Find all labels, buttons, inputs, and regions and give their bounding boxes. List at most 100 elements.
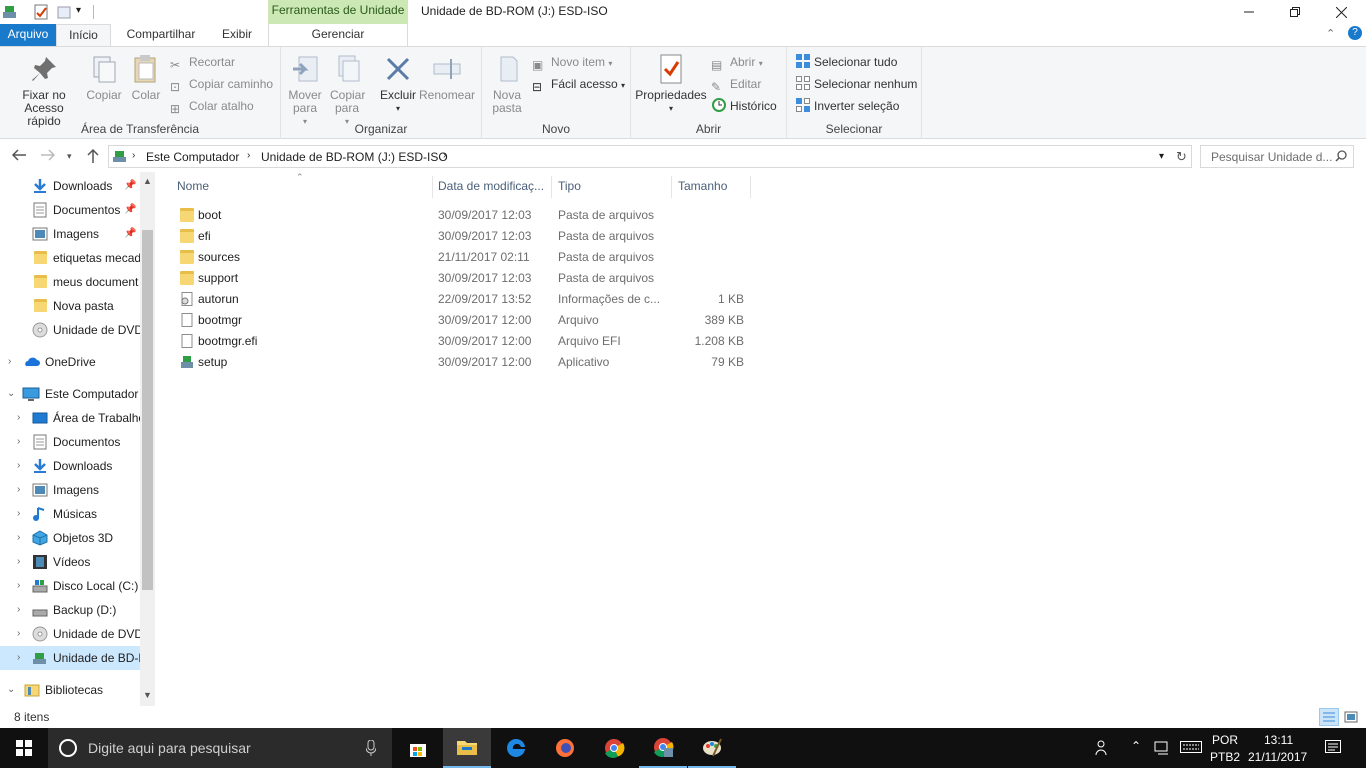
nav-item-documentos-quick[interactable]: Documentos 📌 bbox=[0, 198, 140, 222]
expand-chevron-icon[interactable]: › bbox=[17, 574, 20, 598]
address-dropdown-chevron-icon[interactable]: ▾ bbox=[1159, 151, 1164, 162]
nav-item-bibliotecas[interactable]: ⌄ Bibliotecas bbox=[0, 678, 140, 702]
action-center-icon[interactable] bbox=[1325, 740, 1341, 759]
properties-quick-icon[interactable] bbox=[33, 4, 49, 20]
store-icon[interactable] bbox=[394, 728, 442, 768]
expand-chevron-icon[interactable]: › bbox=[17, 646, 20, 670]
nav-item-onedrive[interactable]: › OneDrive bbox=[0, 350, 140, 374]
minimize-button[interactable] bbox=[1226, 0, 1272, 24]
expand-chevron-icon[interactable]: › bbox=[17, 430, 20, 454]
search-input[interactable]: Pesquisar Unidade d... bbox=[1200, 145, 1354, 168]
large-icons-view-icon[interactable] bbox=[1343, 709, 1359, 725]
microphone-icon[interactable] bbox=[365, 739, 377, 759]
network-icon[interactable] bbox=[1154, 741, 1172, 758]
collapse-chevron-icon[interactable]: ⌄ bbox=[7, 382, 15, 406]
file-row[interactable]: autorun 22/09/2017 13:52 Informações de … bbox=[172, 289, 752, 310]
windows-start-icon[interactable] bbox=[0, 728, 48, 768]
column-divider[interactable] bbox=[750, 176, 751, 198]
column-divider[interactable] bbox=[432, 176, 433, 198]
keyboard-layout[interactable]: PTB2 bbox=[1210, 750, 1240, 764]
people-icon[interactable] bbox=[1095, 739, 1111, 760]
nav-item-dvd[interactable]: › Unidade de DVD bbox=[0, 622, 140, 646]
search-icon[interactable] bbox=[1335, 150, 1347, 165]
chrome-profile-icon[interactable] bbox=[639, 728, 687, 768]
nav-scrollbar-thumb[interactable] bbox=[142, 230, 153, 590]
cut-button[interactable]: ✂ Recortar bbox=[170, 52, 235, 72]
copy-to-button[interactable]: Copiar para ▾ bbox=[327, 53, 367, 128]
restore-button[interactable] bbox=[1272, 0, 1318, 24]
edit-button[interactable]: ✎ Editar bbox=[711, 74, 761, 94]
tab-inicio[interactable]: Início bbox=[56, 24, 111, 46]
column-header-tipo[interactable]: Tipo bbox=[558, 179, 581, 193]
tab-exibir[interactable]: Exibir bbox=[210, 24, 264, 46]
new-item-button[interactable]: ▣ Novo item ▾ bbox=[532, 52, 612, 72]
chrome-icon[interactable] bbox=[590, 728, 638, 768]
new-folder-quick-icon[interactable] bbox=[56, 4, 72, 20]
expand-chevron-icon[interactable]: › bbox=[17, 502, 20, 526]
file-explorer-icon[interactable] bbox=[443, 728, 491, 768]
scroll-down-icon[interactable]: ▼ bbox=[143, 690, 152, 700]
firefox-icon[interactable] bbox=[541, 728, 589, 768]
copy-button[interactable]: Copiar bbox=[84, 53, 124, 102]
column-divider[interactable] bbox=[671, 176, 672, 198]
copy-path-button[interactable]: ⊡ Copiar caminho bbox=[170, 74, 273, 94]
help-icon[interactable]: ? bbox=[1348, 26, 1362, 40]
nav-item-backup-d[interactable]: › Backup (D:) bbox=[0, 598, 140, 622]
file-row[interactable]: support 30/09/2017 12:03 Pasta de arquiv… bbox=[172, 268, 752, 289]
nav-item-imagens-quick[interactable]: Imagens 📌 bbox=[0, 222, 140, 246]
properties-button[interactable]: Propriedades ▾ bbox=[635, 53, 707, 115]
select-all-button[interactable]: Selecionar tudo bbox=[795, 52, 897, 72]
column-divider[interactable] bbox=[551, 176, 552, 198]
easy-access-button[interactable]: ⊟ Fácil acesso ▾ bbox=[532, 74, 625, 94]
nav-item-etiquetas[interactable]: etiquetas mecad bbox=[0, 246, 140, 270]
input-language[interactable]: POR bbox=[1212, 733, 1238, 747]
scroll-up-icon[interactable]: ▲ bbox=[143, 176, 152, 186]
nav-item-meus-documentos[interactable]: meus document bbox=[0, 270, 140, 294]
pinned-icon[interactable]: 📌 bbox=[124, 222, 136, 246]
invert-selection-button[interactable]: Inverter seleção bbox=[795, 96, 899, 116]
nav-item-bd-rom-selected[interactable]: › Unidade de BD-R bbox=[0, 646, 140, 670]
expand-chevron-icon[interactable]: › bbox=[17, 598, 20, 622]
taskbar-search-input[interactable]: Digite aqui para pesquisar bbox=[48, 728, 392, 768]
breadcrumb-separator-icon[interactable]: › bbox=[132, 150, 135, 161]
tab-compartilhar[interactable]: Compartilhar bbox=[116, 24, 206, 46]
expand-chevron-icon[interactable]: › bbox=[17, 622, 20, 646]
breadcrumb-este-computador[interactable]: Este Computador bbox=[146, 150, 239, 164]
pinned-icon[interactable]: 📌 bbox=[124, 174, 136, 198]
file-row[interactable]: sources 21/11/2017 02:11 Pasta de arquiv… bbox=[172, 247, 752, 268]
keyboard-icon[interactable] bbox=[1180, 741, 1202, 756]
expand-chevron-icon[interactable]: › bbox=[17, 526, 20, 550]
address-bar[interactable]: › Este Computador › Unidade de BD-ROM (J… bbox=[108, 145, 1192, 168]
move-to-button[interactable]: Mover para ▾ bbox=[285, 53, 325, 128]
nav-item-videos[interactable]: › Vídeos bbox=[0, 550, 140, 574]
tab-gerenciar[interactable]: Gerenciar bbox=[268, 24, 408, 46]
rename-button[interactable]: Renomear bbox=[419, 53, 475, 102]
breadcrumb-separator-icon[interactable]: › bbox=[247, 150, 250, 161]
customize-quick-access-icon[interactable]: ▾ bbox=[76, 5, 92, 21]
back-arrow-icon[interactable] bbox=[11, 148, 27, 165]
up-arrow-icon[interactable] bbox=[86, 148, 100, 167]
column-header-nome[interactable]: Nome bbox=[177, 179, 209, 193]
nav-item-downloads[interactable]: › Downloads bbox=[0, 454, 140, 478]
expand-chevron-icon[interactable]: › bbox=[8, 350, 11, 374]
nav-item-documentos[interactable]: › Documentos bbox=[0, 430, 140, 454]
select-none-button[interactable]: Selecionar nenhum bbox=[795, 74, 917, 94]
collapse-ribbon-icon[interactable]: ⌃ bbox=[1326, 27, 1335, 40]
open-button[interactable]: ▤ Abrir ▾ bbox=[711, 52, 763, 72]
clock-time[interactable]: 13:11 bbox=[1264, 733, 1293, 747]
expand-chevron-icon[interactable]: › bbox=[17, 406, 20, 430]
close-button[interactable] bbox=[1318, 0, 1364, 24]
nav-item-downloads-quick[interactable]: Downloads 📌 bbox=[0, 174, 140, 198]
recent-locations-chevron-icon[interactable]: ▾ bbox=[67, 151, 72, 162]
tab-arquivo[interactable]: Arquivo bbox=[0, 24, 56, 46]
file-row[interactable]: bootmgr 30/09/2017 12:00 Arquivo 389 KB bbox=[172, 310, 752, 331]
refresh-icon[interactable]: ↻ bbox=[1176, 149, 1187, 165]
nav-item-imagens[interactable]: › Imagens bbox=[0, 478, 140, 502]
nav-item-area-de-trabalho[interactable]: › Área de Trabalho bbox=[0, 406, 140, 430]
nav-item-este-computador[interactable]: ⌄ Este Computador bbox=[0, 382, 140, 406]
show-hidden-icons-chevron-icon[interactable]: ⌃ bbox=[1131, 739, 1141, 753]
paste-shortcut-button[interactable]: ⊞ Colar atalho bbox=[170, 96, 254, 116]
column-header-tamanho[interactable]: Tamanho bbox=[678, 179, 727, 193]
new-folder-button[interactable]: Nova pasta bbox=[486, 53, 528, 115]
details-view-icon[interactable] bbox=[1319, 708, 1339, 726]
